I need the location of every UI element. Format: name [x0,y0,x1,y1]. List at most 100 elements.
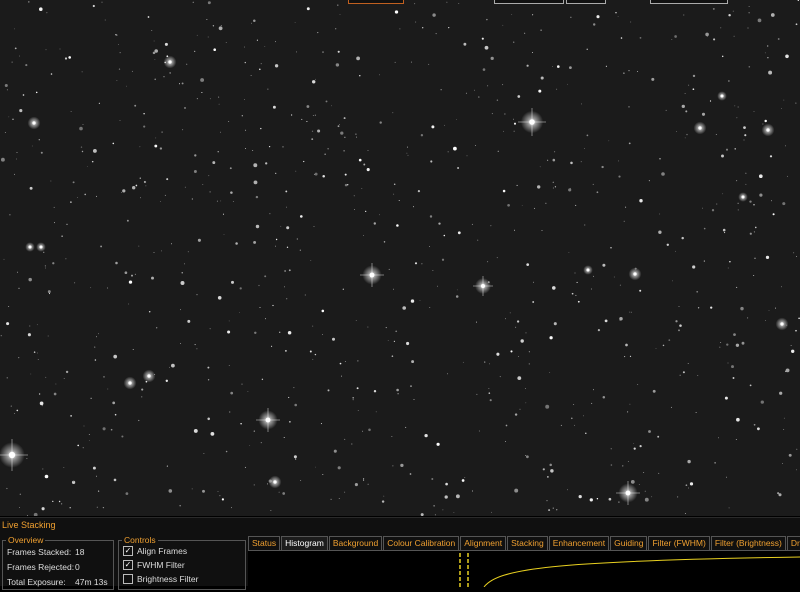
star [735,343,740,347]
star [28,277,32,282]
fwhm-filter-checkbox[interactable]: ✓ FWHM Filter [123,559,185,571]
star [361,188,363,189]
star [196,98,198,100]
star [525,402,527,404]
star [473,89,475,91]
star-field-image[interactable] [0,0,800,516]
star [575,294,577,296]
star [570,161,573,165]
star [66,223,68,225]
star [91,160,94,163]
star [443,234,446,237]
star [618,175,621,178]
tab-background[interactable]: Background [328,536,383,550]
tab-enhancement[interactable]: Enhancement [548,536,610,550]
histogram-area[interactable] [248,550,800,588]
star [688,84,690,86]
star [432,13,436,17]
star [466,155,468,157]
star [424,433,428,438]
star [475,145,476,146]
star [261,378,264,381]
star [313,225,315,227]
star [275,245,276,247]
star [726,343,729,346]
tab-guiding[interactable]: Guiding [610,536,648,550]
star [202,184,204,185]
star [138,245,140,247]
align-frames-check-icon[interactable]: ✓ [123,545,133,556]
star [633,447,636,450]
star [533,207,536,209]
star [731,365,734,369]
star [312,358,314,360]
star [516,184,518,186]
star [728,80,730,82]
star [545,202,547,204]
star [488,388,490,389]
star [670,406,672,408]
star [440,89,442,91]
star [260,127,262,130]
star [502,84,504,86]
star [513,122,517,125]
star [633,443,635,444]
star [41,405,43,407]
star [132,186,136,190]
tab-stacking[interactable]: Stacking [507,536,548,550]
star [161,250,162,252]
star [54,222,55,224]
star [64,57,68,60]
star [337,4,339,6]
star [520,339,524,343]
star [6,89,8,91]
star [736,286,738,288]
star [539,166,541,168]
star [433,505,435,507]
star [540,29,542,31]
brightness-filter-check-icon[interactable] [123,573,133,584]
align-frames-checkbox[interactable]: ✓ Align Frames [123,545,187,557]
star [355,319,357,321]
star [630,21,632,23]
tab-status[interactable]: Status [248,536,281,550]
star [260,63,262,65]
star [139,146,141,148]
star [413,398,415,400]
star [285,190,288,193]
star [218,96,220,98]
star [685,110,688,113]
star [796,255,798,257]
star [682,371,685,374]
star [724,232,726,234]
star [505,440,506,442]
star [429,307,431,308]
brightness-filter-checkbox[interactable]: Brightness Filter [123,573,198,585]
star [315,78,316,80]
tab-filter-brightness[interactable]: Filter (Brightness) [710,536,786,550]
star [280,225,282,227]
star [455,295,459,298]
star [207,417,210,421]
toolbar-edge-4 [650,0,728,4]
fwhm-filter-check-icon[interactable]: ✓ [123,559,133,570]
star [586,134,589,137]
star [368,428,371,432]
star [737,209,739,211]
star [278,491,280,493]
star [441,258,445,261]
star [344,136,346,138]
star [344,173,347,176]
star [625,343,628,347]
star [576,281,578,283]
tab-histogram[interactable]: Histogram [281,536,328,550]
star [217,491,219,492]
star [505,318,507,320]
tab-drift[interactable]: Drift [786,536,800,550]
star [415,21,417,23]
tab-colour-calibration[interactable]: Colour Calibration [383,536,460,550]
star [753,231,755,233]
tab-filter-fwhm[interactable]: Filter (FWHM) [648,536,710,550]
tab-alignment[interactable]: Alignment [460,536,507,550]
star [722,228,726,232]
